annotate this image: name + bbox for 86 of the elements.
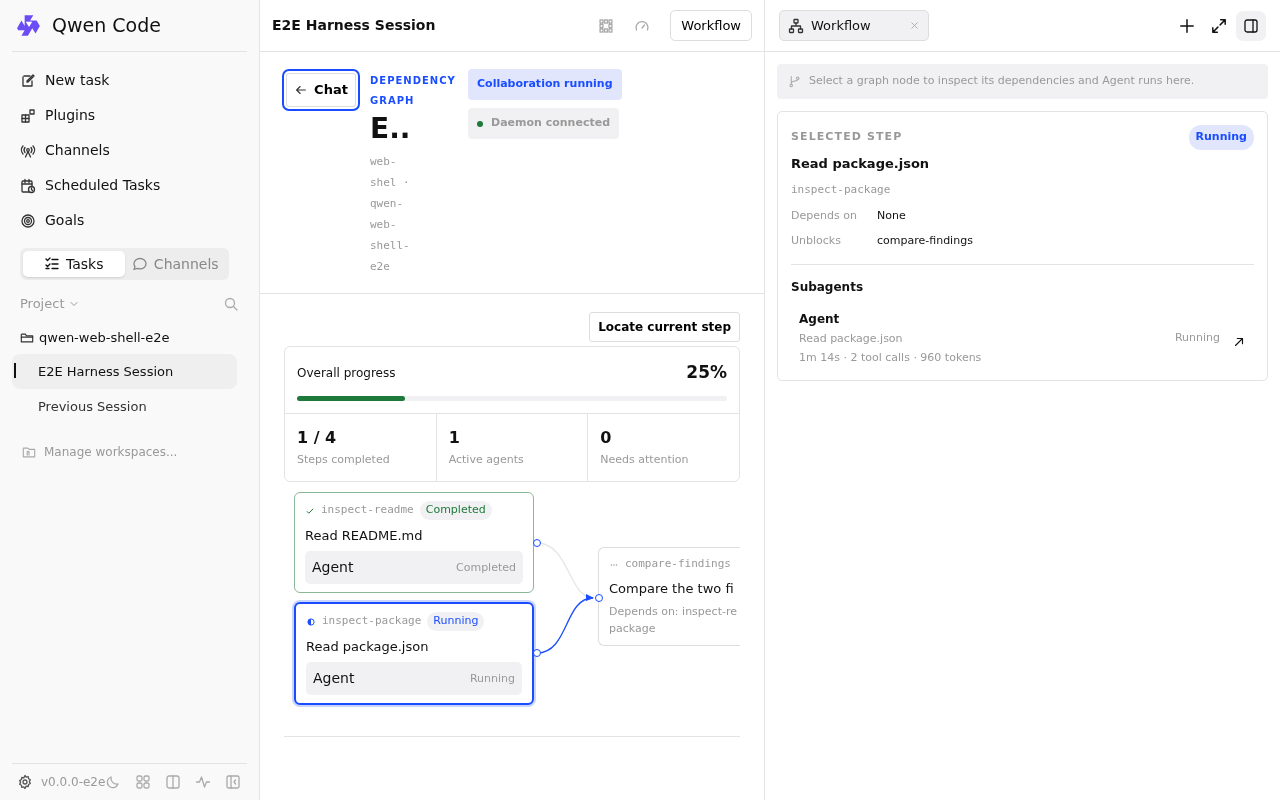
progress-percent: 25%: [686, 361, 727, 385]
session-item[interactable]: E2E Harness Session: [12, 353, 237, 389]
version-label: v0.0.0-e2e: [41, 774, 106, 791]
port-handle[interactable]: [595, 594, 603, 603]
port-handle[interactable]: [533, 539, 541, 548]
agent-status: Completed: [456, 559, 516, 576]
step-title: Read package.json: [791, 154, 931, 173]
sidebar-collapse-icon[interactable]: [225, 774, 242, 790]
progress-label: Overall progress: [297, 365, 396, 383]
folder-icon: [20, 330, 34, 345]
nav-item[interactable]: Goals: [12, 203, 247, 238]
step-node[interactable]: inspect-readme Completed Read README.md Agent Completed: [294, 492, 534, 594]
logo-icon: [16, 12, 42, 39]
chat-back-button[interactable]: Chat: [282, 69, 360, 111]
status-badge: Running: [1188, 125, 1254, 150]
expand-icon[interactable]: [1210, 16, 1228, 35]
agent-task: Read package.json: [799, 330, 904, 347]
step-id: compare-findings: [625, 556, 731, 573]
step-status: Completed: [419, 501, 492, 520]
connection-badge: Daemon connected: [468, 108, 619, 139]
search-icon[interactable]: [223, 296, 239, 312]
stat-label: Steps completed: [297, 451, 391, 468]
nav-item[interactable]: Channels: [12, 133, 247, 168]
graph-title: E..: [370, 111, 412, 147]
step-title: Read README.md: [305, 526, 424, 545]
nav-item[interactable]: New task: [12, 63, 247, 98]
subagents-heading: Subagents: [791, 263, 1254, 296]
stat-label: Needs attention: [600, 451, 690, 468]
workflow-button[interactable]: Workflow: [670, 9, 752, 42]
blocks-icon: [20, 107, 36, 124]
app-name: Qwen Code: [52, 13, 161, 39]
grid-icon[interactable]: [135, 774, 152, 790]
checklist-icon: [44, 256, 60, 272]
folder-icon: [22, 444, 36, 459]
activity-icon[interactable]: [195, 774, 212, 790]
status-badge: Collaboration running: [468, 69, 622, 100]
step-node[interactable]: inspect-package Running Read package.json Agent Running: [294, 602, 534, 706]
field-label: Depends on: [791, 207, 858, 224]
target-icon: [20, 212, 36, 229]
hierarchy-icon: [788, 17, 804, 34]
agent-status: Running: [469, 670, 515, 687]
session-item[interactable]: Previous Session: [12, 389, 237, 425]
arrow-left-icon: [294, 83, 309, 97]
project-folder[interactable]: qwen-web-shell-e2e: [12, 322, 247, 354]
stat-value: 0: [600, 426, 613, 449]
panel-icon: [1243, 17, 1259, 34]
stat-label: Active agents: [448, 451, 525, 468]
agent-name: Agent: [312, 558, 354, 578]
step-status: Running: [427, 612, 485, 631]
agent-name: Agent: [313, 669, 355, 689]
segment-tab[interactable]: Tasks: [23, 251, 125, 277]
close-icon[interactable]: [909, 20, 920, 31]
branch-icon: [788, 75, 801, 88]
hint-text: Select a graph node to inspect its dependencies and Agent runs here.: [809, 73, 1195, 90]
plus-icon[interactable]: [1178, 16, 1196, 35]
agent-name: Agent: [799, 310, 841, 328]
step-id: inspect-package: [322, 613, 422, 630]
section-eyebrow: SELECTED STEP: [791, 129, 903, 145]
step-title: Read package.json: [306, 637, 430, 656]
edit-icon: [20, 72, 36, 89]
columns-icon[interactable]: [165, 774, 182, 790]
nav-item[interactable]: Scheduled Tasks: [12, 168, 247, 203]
locate-step-button[interactable]: Locate current step: [589, 312, 740, 343]
stat-value: 1 / 4: [297, 426, 338, 449]
agent-meta: 1m 14s · 2 tool calls · 960 tokens: [799, 350, 982, 366]
panel-toggle-button[interactable]: [1236, 10, 1266, 41]
step-node[interactable]: compare-findings Compare the two fi Depends on: inspect-re package: [598, 547, 740, 647]
port-handle[interactable]: [533, 649, 541, 658]
nav-item[interactable]: Plugins: [12, 98, 247, 133]
field-label: Unblocks: [791, 233, 842, 249]
step-id: inspect-package: [791, 182, 892, 198]
stat-value: 1: [448, 426, 461, 449]
step-title: Compare the two fi: [609, 579, 735, 598]
chat-icon: [131, 256, 148, 272]
workflow-tab[interactable]: Workflow: [779, 10, 929, 41]
settings-icon[interactable]: [17, 774, 33, 790]
half-circle-icon: [306, 616, 316, 627]
session-title: E2E Harness Session: [272, 16, 437, 35]
field-value: None: [877, 207, 906, 224]
calendar-icon: [20, 177, 36, 194]
agent-status: Running: [1174, 329, 1220, 346]
field-value: compare-findings: [877, 233, 973, 249]
graph-subtitle: web-shel · qwen-web-shell-e2e: [370, 154, 411, 276]
step-id: inspect-readme: [321, 502, 414, 519]
section-eyebrow: DEPENDENCY GRAPH: [370, 74, 457, 108]
step-dependencies: Depends on: inspect-re package: [609, 604, 738, 637]
